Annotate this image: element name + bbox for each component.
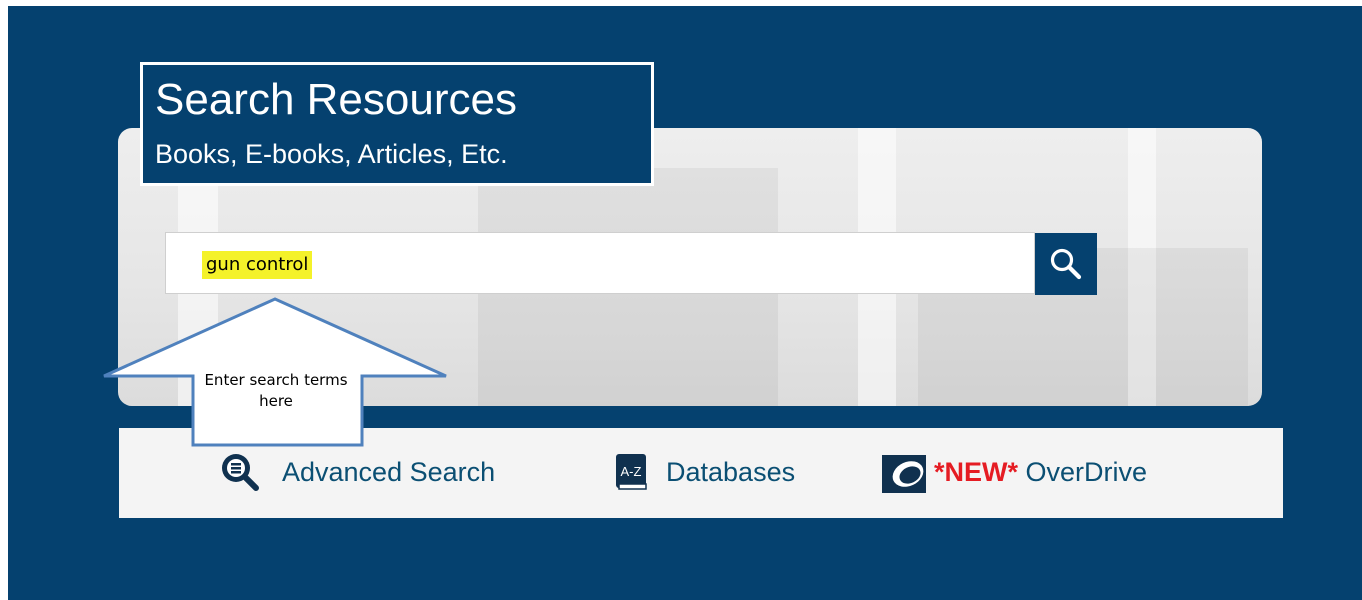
search-input-value: gun control — [202, 251, 313, 279]
a-z-book-icon: A-Z — [616, 454, 647, 490]
callout-text: Enter search terms here — [204, 371, 348, 410]
databases-link[interactable]: A-Z Databases — [612, 452, 795, 492]
page-subtitle: Books, E-books, Articles, Etc. — [155, 139, 508, 169]
advanced-search-label: Advanced Search — [282, 456, 496, 487]
overdrive-link[interactable]: *NEW* OverDrive — [880, 452, 1147, 493]
new-badge: *NEW* — [934, 456, 1019, 487]
title-box: Search Resources Books, E-books, Article… — [140, 62, 654, 186]
advanced-search-icon — [222, 454, 259, 491]
advanced-search-link[interactable]: Advanced Search — [220, 452, 495, 492]
search-icon — [1050, 248, 1082, 280]
overdrive-text: *NEW* OverDrive — [934, 457, 1147, 488]
search-button[interactable] — [1035, 233, 1097, 295]
page-title: Search Resources — [155, 75, 517, 124]
databases-label: Databases — [666, 456, 796, 487]
overdrive-icon — [882, 455, 926, 493]
svg-text:A-Z: A-Z — [621, 464, 642, 479]
search-input[interactable]: gun control — [165, 232, 1035, 294]
overdrive-label: OverDrive — [1018, 456, 1148, 487]
